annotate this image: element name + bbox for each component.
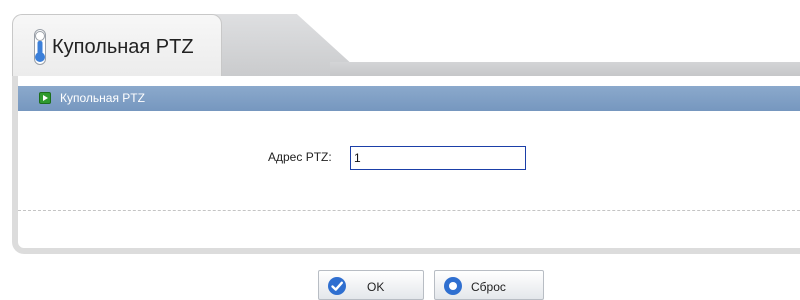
- tab-dome-ptz[interactable]: Купольная PTZ: [12, 14, 222, 76]
- section-header: Купольная PTZ: [18, 86, 800, 111]
- tab-strip-background: [210, 14, 350, 76]
- toggle-indicator-icon: [34, 29, 46, 65]
- reset-button-label: Сброс: [471, 280, 506, 294]
- ptz-address-label: Адрес PTZ:: [268, 150, 332, 164]
- ok-button[interactable]: OK: [318, 270, 424, 300]
- tab-strip-line: [330, 62, 800, 76]
- ptz-settings-page: Купольная PTZ Купольная PTZ Адрес PTZ: O…: [0, 0, 800, 300]
- reset-button[interactable]: Сброс: [434, 270, 544, 300]
- tab-title: Купольная PTZ: [52, 36, 194, 58]
- ptz-address-input[interactable]: [350, 146, 526, 170]
- section-title: Купольная PTZ: [60, 91, 145, 105]
- circle-icon: [444, 277, 462, 295]
- green-arrow-icon: [39, 92, 51, 104]
- dashed-divider: [18, 210, 800, 211]
- check-circle-icon: [328, 277, 346, 295]
- ok-button-label: OK: [367, 280, 385, 294]
